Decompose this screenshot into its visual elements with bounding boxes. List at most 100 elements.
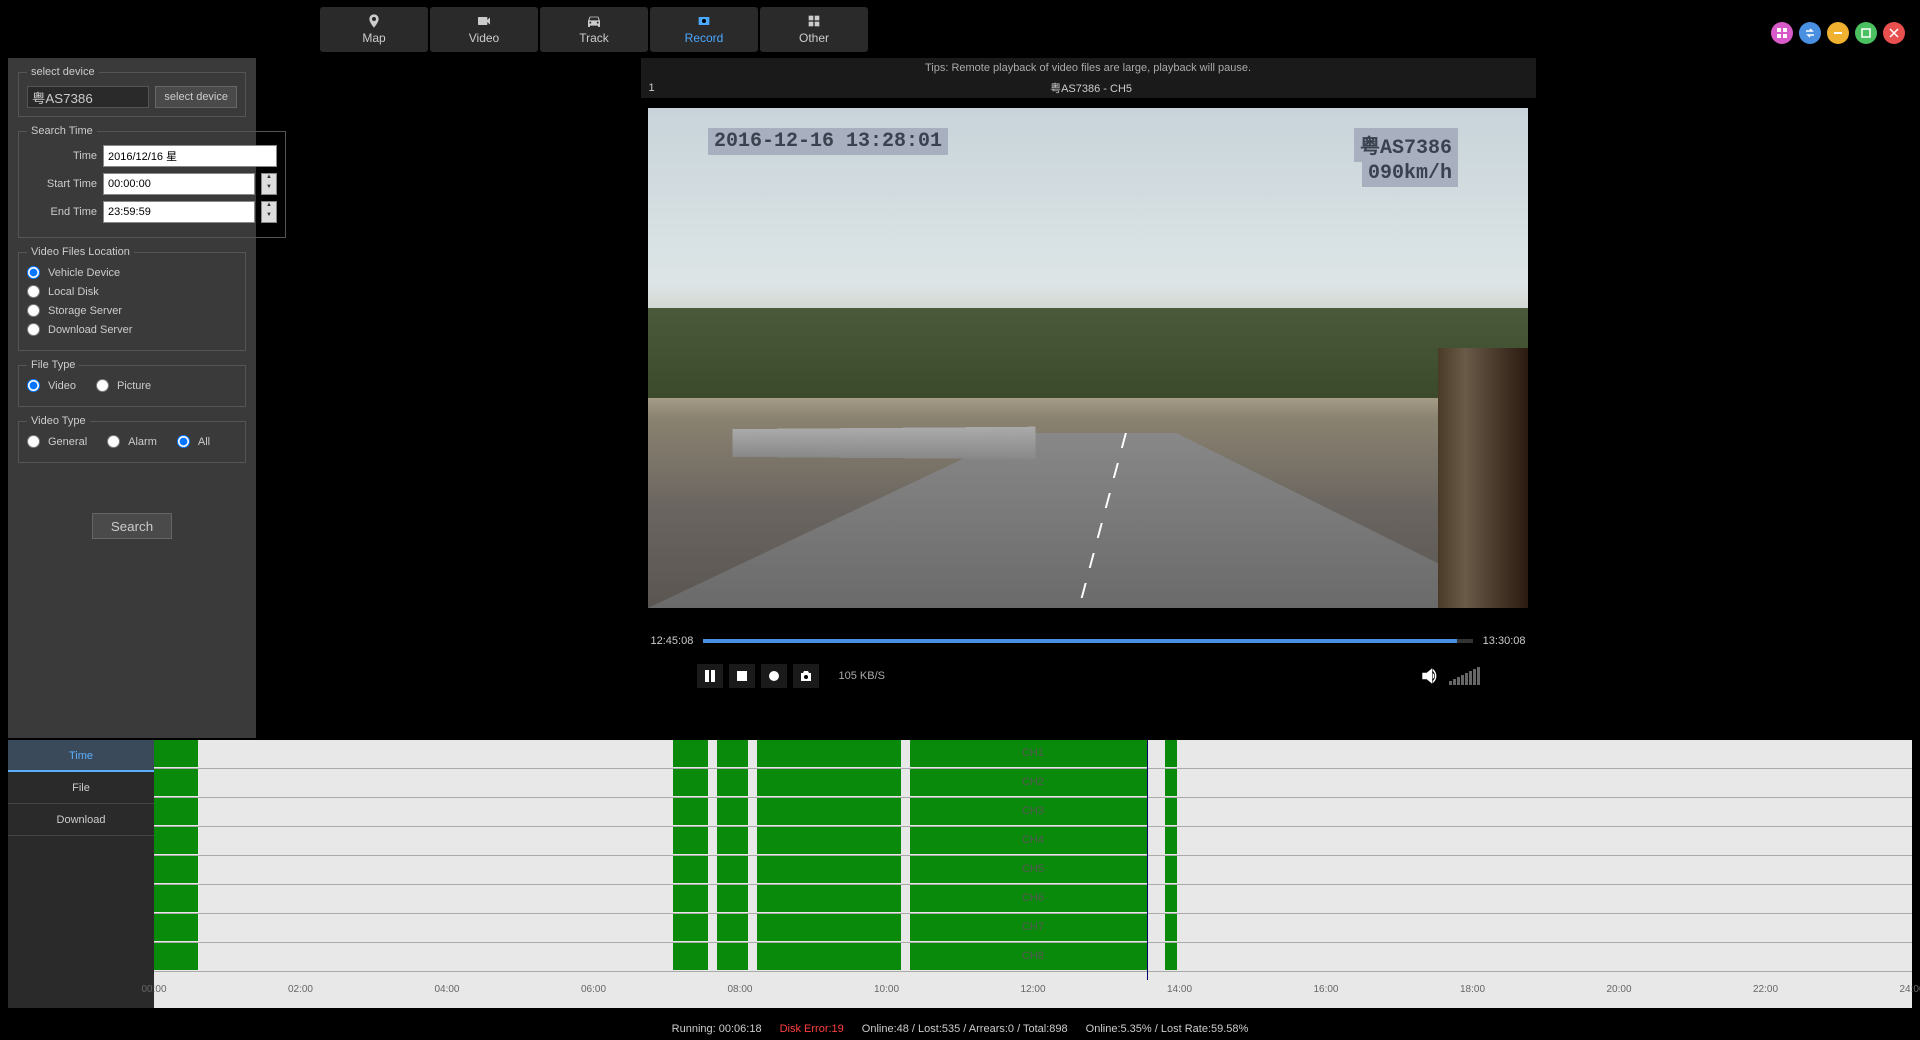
timeline-segment[interactable] — [673, 885, 708, 912]
end-time-input[interactable] — [103, 201, 255, 223]
radio-general[interactable] — [27, 435, 40, 448]
grid-button[interactable] — [1771, 22, 1793, 44]
nav-tab-track[interactable]: Track — [540, 7, 648, 52]
timeline-body[interactable]: CH1CH2 CH3 CH4CH5 CH6 CH7CH8 — [154, 740, 1912, 978]
timeline-segment[interactable] — [717, 827, 749, 854]
radio-picture[interactable] — [96, 379, 109, 392]
radio-label: All — [198, 436, 210, 448]
timeline-segment[interactable] — [757, 885, 901, 912]
status-rates: Online:5.35% / Lost Rate:59.58% — [1086, 1023, 1249, 1035]
channel-label: CH6 — [1022, 892, 1044, 904]
timeline-row[interactable]: CH8 — [154, 943, 1912, 972]
radio-all[interactable] — [177, 435, 190, 448]
nav-tab-video[interactable]: Video — [430, 7, 538, 52]
timeline-segment[interactable] — [1165, 740, 1177, 767]
timeline-segment[interactable] — [154, 798, 198, 825]
axis-tick: 06:00 — [581, 984, 606, 995]
minimize-button[interactable] — [1827, 22, 1849, 44]
snapshot-button[interactable] — [793, 664, 819, 688]
timeline-row[interactable]: CH1 — [154, 740, 1912, 769]
timeline-segment[interactable] — [757, 798, 901, 825]
date-input[interactable] — [103, 145, 277, 167]
tab-download[interactable]: Download — [8, 804, 154, 836]
timeline-segment[interactable] — [717, 943, 749, 970]
timeline-segment[interactable] — [1165, 914, 1177, 941]
timeline-segment[interactable] — [1165, 769, 1177, 796]
timeline-segment[interactable] — [717, 914, 749, 941]
timeline-segment[interactable] — [757, 740, 901, 767]
timeline-segment[interactable] — [1165, 943, 1177, 970]
timeline-segment[interactable] — [757, 943, 901, 970]
timeline-segment[interactable] — [1165, 798, 1177, 825]
search-button[interactable]: Search — [92, 513, 172, 539]
tab-file[interactable]: File — [8, 772, 154, 804]
timeline-row[interactable]: CH3 — [154, 798, 1912, 827]
timeline-row[interactable]: CH4 — [154, 827, 1912, 856]
nav-tab-map[interactable]: Map — [320, 7, 428, 52]
timeline-segment[interactable] — [673, 769, 708, 796]
timeline-segment[interactable] — [673, 943, 708, 970]
channel-label: CH3 — [1022, 805, 1044, 817]
tab-time[interactable]: Time — [8, 740, 154, 772]
timeline-row[interactable]: CH5 — [154, 856, 1912, 885]
close-button[interactable] — [1883, 22, 1905, 44]
timeline-segment[interactable] — [154, 740, 198, 767]
timeline-row[interactable]: CH6 — [154, 885, 1912, 914]
device-input[interactable] — [27, 86, 149, 108]
time-spinner[interactable]: ▲▼ — [261, 173, 277, 195]
timeline-segment[interactable] — [154, 914, 198, 941]
timeline-segment[interactable] — [154, 769, 198, 796]
timeline-segment[interactable] — [717, 740, 749, 767]
timeline-segment[interactable] — [757, 827, 901, 854]
timeline-segment[interactable] — [154, 885, 198, 912]
timeline-segment[interactable] — [717, 885, 749, 912]
timeline-segment[interactable] — [757, 856, 901, 883]
progress-track[interactable] — [703, 639, 1472, 643]
record-icon — [694, 13, 714, 29]
timeline-segment[interactable] — [717, 798, 749, 825]
video-frame[interactable]: 2016-12-16 13:28:01 粤AS7386 090km/h — [648, 108, 1528, 608]
swap-button[interactable] — [1799, 22, 1821, 44]
timeline-segment[interactable] — [673, 914, 708, 941]
radio-local-disk[interactable] — [27, 285, 40, 298]
radio-download-server[interactable] — [27, 323, 40, 336]
timeline-segment[interactable] — [673, 798, 708, 825]
maximize-button[interactable] — [1855, 22, 1877, 44]
select-device-button[interactable]: select device — [155, 86, 237, 108]
pause-button[interactable] — [697, 664, 723, 688]
volume-icon[interactable] — [1419, 665, 1441, 687]
timeline-segment[interactable] — [154, 827, 198, 854]
timeline-segment[interactable] — [1165, 885, 1177, 912]
time-spinner[interactable]: ▲▼ — [261, 201, 277, 223]
controls-bar: 105 KB/S — [641, 656, 1536, 696]
record-button[interactable] — [761, 664, 787, 688]
camera-icon — [799, 669, 813, 683]
radio-vehicle-device[interactable] — [27, 266, 40, 279]
volume-bars[interactable] — [1449, 667, 1480, 685]
video-header: 1 粤AS7386 - CH5 — [641, 78, 1536, 98]
start-time-input[interactable] — [103, 173, 255, 195]
radio-alarm[interactable] — [107, 435, 120, 448]
timeline-row[interactable]: CH2 — [154, 769, 1912, 798]
progress-fill — [703, 639, 1457, 643]
nav-tab-other[interactable]: Other — [760, 7, 868, 52]
radio-storage-server[interactable] — [27, 304, 40, 317]
stop-button[interactable] — [729, 664, 755, 688]
timeline-segment[interactable] — [673, 827, 708, 854]
timeline-segment[interactable] — [1165, 827, 1177, 854]
timeline-row[interactable]: CH7 — [154, 914, 1912, 943]
radio-video[interactable] — [27, 379, 40, 392]
file-type-group: File Type Video Picture — [18, 359, 246, 407]
scene-road — [648, 433, 1528, 608]
playhead[interactable] — [1147, 740, 1148, 980]
timeline-segment[interactable] — [673, 856, 708, 883]
timeline-segment[interactable] — [717, 769, 749, 796]
timeline-segment[interactable] — [154, 943, 198, 970]
nav-tab-record[interactable]: Record — [650, 7, 758, 52]
timeline-segment[interactable] — [154, 856, 198, 883]
timeline-segment[interactable] — [717, 856, 749, 883]
timeline-segment[interactable] — [673, 740, 708, 767]
timeline-segment[interactable] — [1165, 856, 1177, 883]
timeline-segment[interactable] — [757, 914, 901, 941]
timeline-segment[interactable] — [757, 769, 901, 796]
